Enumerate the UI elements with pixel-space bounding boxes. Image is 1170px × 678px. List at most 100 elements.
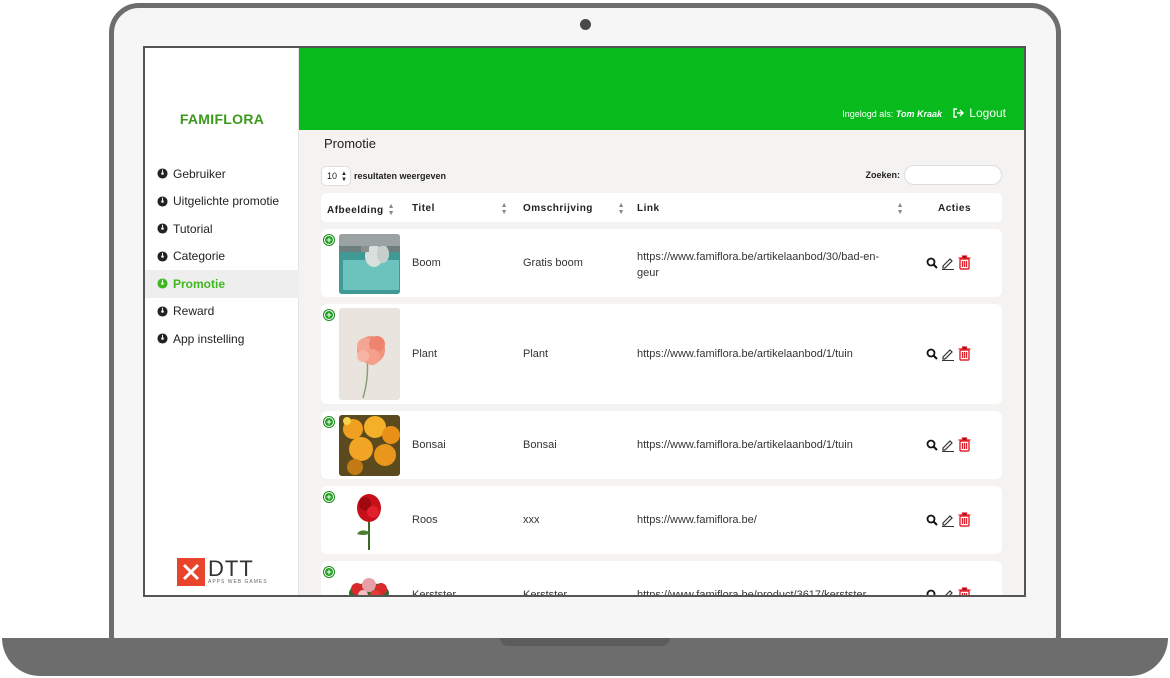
sidebar-nav: Gebruiker Uitgelichte promotie Tutorial … <box>145 160 299 353</box>
dashboard-icon <box>157 278 168 289</box>
sidebar-item-gebruiker[interactable]: Gebruiker <box>145 160 299 188</box>
expand-row-icon[interactable]: + <box>324 235 334 245</box>
row-actions <box>926 255 974 273</box>
sidebar-item-uitgelichte-promotie[interactable]: Uitgelichte promotie <box>145 188 299 216</box>
cell-omschrijving: xxx <box>523 514 540 526</box>
dtt-logo-name: DTT <box>208 556 254 581</box>
sort-icon: ▲ ▼ <box>617 201 625 216</box>
poinsettia-photo <box>339 571 400 595</box>
edit-icon[interactable] <box>941 588 955 595</box>
cell-link: https://www.famiflora.be/artikelaanbod/1… <box>637 348 853 360</box>
laptop-notch <box>500 638 670 646</box>
top-bar: Ingelogd als: Tom Kraak Logout <box>299 48 1024 130</box>
edit-icon[interactable] <box>941 347 955 364</box>
expand-row-icon[interactable]: + <box>324 567 334 577</box>
cell-titel: Roos <box>412 514 438 526</box>
logged-in-user: Tom Kraak <box>895 109 942 119</box>
row-actions <box>926 512 974 530</box>
sidebar-item-reward[interactable]: Reward <box>145 298 299 326</box>
dashboard-icon <box>157 251 168 262</box>
expand-row-icon[interactable]: + <box>324 310 334 320</box>
logout-icon <box>953 108 965 118</box>
sidebar-item-categorie[interactable]: Categorie <box>145 243 299 271</box>
page-length-select[interactable]: 10 ▲ ▼ <box>321 166 351 186</box>
column-header-titel[interactable]: Titel ▲ ▼ <box>412 201 508 216</box>
search-icon[interactable] <box>926 348 938 363</box>
bath-decor-photo <box>339 234 400 294</box>
edit-icon[interactable] <box>941 513 955 530</box>
edit-icon[interactable] <box>941 256 955 273</box>
sidebar-item-label: Tutorial <box>173 221 213 236</box>
column-header-acties: Acties <box>938 203 972 214</box>
sidebar-item-label: App instelling <box>173 331 245 346</box>
dtt-logo-mark <box>177 558 205 586</box>
app-screen: FAMIFLORA Gebruiker Uitgelichte promotie… <box>143 46 1026 597</box>
sidebar-item-label: Reward <box>173 304 215 319</box>
login-prefix: Ingelogd als: <box>842 109 894 119</box>
row-actions <box>926 346 974 364</box>
dtt-logo: DTT APPS WEB GAMES <box>177 558 268 586</box>
search-icon[interactable] <box>926 257 938 272</box>
dashboard-icon <box>157 196 168 207</box>
cell-omschrijving: Gratis boom <box>523 257 583 269</box>
sidebar: FAMIFLORA Gebruiker Uitgelichte promotie… <box>145 48 299 595</box>
row-actions <box>926 587 974 595</box>
delete-icon[interactable] <box>958 437 971 455</box>
webcam <box>580 19 591 30</box>
brand-title: FAMIFLORA <box>179 111 265 127</box>
sidebar-item-app-instelling[interactable]: App instelling <box>145 325 299 353</box>
cell-omschrijving: Plant <box>523 348 549 360</box>
delete-icon[interactable] <box>958 587 971 595</box>
cell-link: https://www.famiflora.be/ <box>637 514 757 526</box>
dashboard-icon <box>157 168 168 179</box>
cell-titel: Plant <box>412 348 438 360</box>
table-header: Afbeelding ▲ ▼ Titel ▲ ▼ Omschrijving ▲ ▼ Link… <box>321 193 1002 222</box>
expand-row-icon[interactable]: + <box>324 492 334 502</box>
cell-link: https://www.famiflora.be/product/3617/ke… <box>637 589 867 597</box>
sidebar-item-label: Uitgelichte promotie <box>173 194 280 209</box>
red-rose-photo <box>339 490 400 551</box>
search-label: Zoeken: <box>865 170 900 180</box>
column-header-afbeelding[interactable]: Afbeelding ▲ ▼ <box>327 203 395 217</box>
cell-titel: Bonsai <box>412 439 446 451</box>
column-header-link[interactable]: Link ▲ ▼ <box>637 202 904 216</box>
cell-link: https://www.famiflora.be/artikelaanbod/1… <box>637 439 853 451</box>
select-arrows-icon: ▲ ▼ <box>341 171 347 183</box>
table-row: + Bonsai Bonsai https://www.famiflora.be… <box>321 411 1002 479</box>
delete-icon[interactable] <box>958 255 971 273</box>
search-icon[interactable] <box>926 514 938 529</box>
page-length-control: 10 ▲ ▼ resultaten weergeven <box>321 166 446 186</box>
delete-icon[interactable] <box>958 512 971 530</box>
dashboard-icon <box>157 333 168 344</box>
logout-label: Logout <box>969 106 1006 120</box>
page-length-label: resultaten weergeven <box>354 171 447 181</box>
search-icon[interactable] <box>926 439 938 454</box>
sidebar-item-label: Gebruiker <box>173 166 226 181</box>
sidebar-item-tutorial[interactable]: Tutorial <box>145 215 299 243</box>
edit-icon[interactable] <box>941 438 955 455</box>
page-title: Promotie <box>324 136 377 151</box>
table-row: + Roos xxx https://www.famiflora.be/ <box>321 486 1002 554</box>
logout-button[interactable]: Logout <box>953 106 1006 120</box>
sidebar-item-label: Promotie <box>173 276 226 291</box>
sidebar-item-promotie[interactable]: Promotie <box>145 270 299 298</box>
sort-icon: ▲ ▼ <box>387 203 396 217</box>
table-search: Zoeken: <box>865 165 1002 185</box>
table-row: + Boom Gratis boom https://www.famiflora… <box>321 229 1002 297</box>
row-actions <box>926 437 974 455</box>
sort-icon: ▲ ▼ <box>500 201 508 216</box>
search-input[interactable] <box>904 165 1002 185</box>
main-content: Promotie 10 ▲ ▼ resultaten weergeven Zoek… <box>299 130 1024 595</box>
carnation-photo <box>339 308 400 400</box>
cell-omschrijving: Bonsai <box>523 439 557 451</box>
column-header-omschrijving[interactable]: Omschrijving ▲ ▼ <box>523 201 625 216</box>
delete-icon[interactable] <box>958 346 971 364</box>
expand-row-icon[interactable]: + <box>324 417 334 427</box>
cell-titel: Kerstster <box>412 589 457 597</box>
cell-titel: Boom <box>412 257 441 269</box>
sidebar-item-label: Categorie <box>173 249 226 264</box>
dashboard-icon <box>157 223 168 234</box>
search-icon[interactable] <box>926 589 938 595</box>
login-info: Ingelogd als: Tom Kraak <box>842 109 942 119</box>
dtt-logo-tagline: APPS WEB GAMES <box>208 579 268 585</box>
